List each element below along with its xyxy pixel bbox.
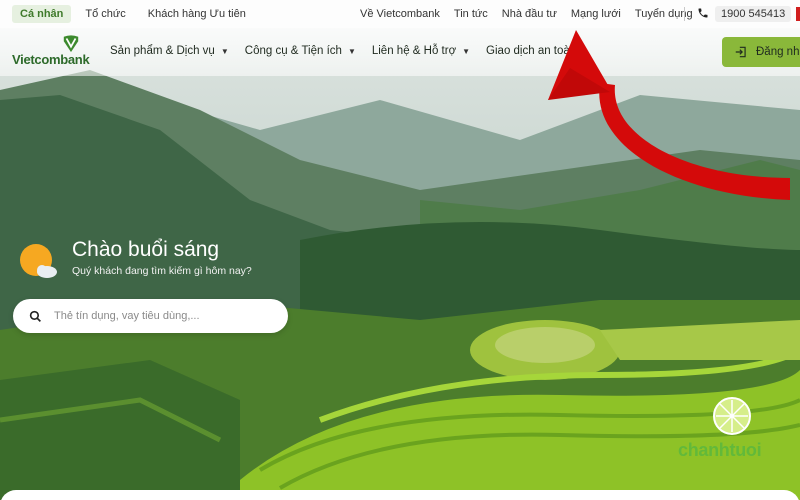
login-label: Đăng nhập	[756, 46, 800, 58]
login-button[interactable]: Đăng nhập	[722, 37, 800, 67]
greeting-subtitle: Quý khách đang tìm kiếm gì hôm nay?	[72, 265, 252, 277]
lime-icon	[713, 397, 751, 435]
link-investors[interactable]: Nhà đầu tư	[502, 8, 557, 20]
link-news[interactable]: Tin tức	[454, 8, 488, 20]
menu-label: Công cụ & Tiện ích	[244, 45, 342, 57]
content-card-edge	[0, 490, 800, 500]
segment-business[interactable]: Tổ chức	[77, 5, 133, 23]
customer-segment-tabs: Cá nhân Tổ chức Khách hàng Ưu tiên	[12, 5, 260, 23]
chevron-down-icon: ▼	[347, 46, 356, 56]
search-box[interactable]	[13, 299, 288, 333]
main-menu: Sản phẩm & Dịch vụ ▼ Công cụ & Tiện ích …	[110, 45, 592, 57]
main-navigation: Vietcombank Sản phẩm & Dịch vụ ▼ Công cụ…	[0, 28, 800, 76]
menu-label: Sản phẩm & Dịch vụ	[110, 45, 215, 57]
menu-tools-utilities[interactable]: Công cụ & Tiện ích ▼	[245, 45, 356, 57]
segment-personal[interactable]: Cá nhân	[12, 5, 72, 23]
logo-text: Vietcombank	[12, 52, 90, 67]
logo-mark-icon	[63, 35, 79, 52]
top-utility-bar: Cá nhân Tổ chức Khách hàng Ưu tiên Về Vi…	[0, 0, 800, 28]
phone-icon	[697, 7, 709, 22]
watermark: chanhtuoi	[678, 396, 788, 466]
menu-products-services[interactable]: Sản phẩm & Dịch vụ ▼	[110, 45, 229, 57]
segment-priority[interactable]: Khách hàng Ưu tiên	[140, 5, 254, 23]
chevron-down-icon: ▼	[462, 46, 471, 56]
menu-label: Giao dịch an toàn	[486, 45, 577, 57]
utility-links: Về Vietcombank Tin tức Nhà đầu tư Mạng l…	[360, 8, 707, 20]
language-flag-icon[interactable]	[796, 7, 800, 21]
link-about[interactable]: Về Vietcombank	[360, 8, 440, 20]
menu-contact-support[interactable]: Liên hệ & Hỗ trợ ▼	[372, 45, 470, 57]
link-network[interactable]: Mạng lưới	[571, 8, 621, 20]
menu-safe-transactions[interactable]: Giao dịch an toàn	[486, 45, 576, 57]
topbar-divider	[684, 7, 685, 21]
hotline-number: 1900 545413	[715, 6, 792, 22]
vietcombank-logo[interactable]: Vietcombank	[12, 34, 90, 68]
hotline[interactable]: 1900 545413	[697, 6, 792, 22]
sun-cloud-icon	[20, 244, 57, 278]
chevron-down-icon: ▼	[220, 46, 229, 56]
search-icon	[29, 310, 42, 323]
watermark-text: chanhtuoi	[678, 440, 762, 460]
login-icon	[734, 45, 748, 59]
greeting-title: Chào buổi sáng	[72, 238, 220, 261]
search-input[interactable]	[54, 310, 264, 322]
menu-label: Liên hệ & Hỗ trợ	[371, 45, 457, 57]
